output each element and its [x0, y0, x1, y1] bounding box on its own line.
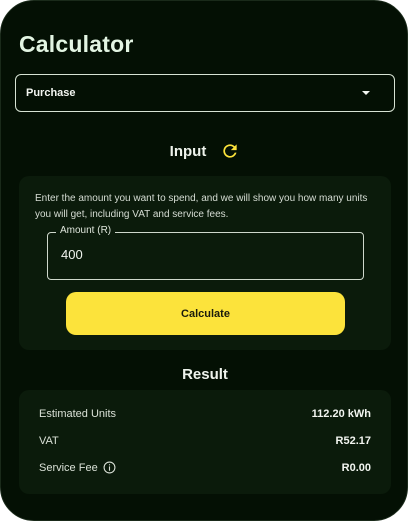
amount-field-label: Amount (R)	[56, 225, 116, 236]
input-heading: Input	[169, 142, 207, 160]
info-icon[interactable]	[103, 461, 116, 474]
amount-input[interactable]	[59, 246, 353, 263]
mode-select[interactable]: Purchase	[15, 74, 395, 112]
chevron-down-icon	[362, 91, 370, 95]
calculate-button[interactable]: Calculate	[66, 292, 345, 335]
result-label: Service Fee	[39, 461, 98, 474]
result-heading: Result	[182, 366, 228, 383]
input-card: Enter the amount you want to spend, and …	[19, 176, 391, 350]
result-value: 112.20 kWh	[311, 408, 371, 420]
result-value: R52.17	[335, 435, 371, 447]
result-row-service-fee: Service Fee R0.00	[39, 461, 371, 474]
refresh-icon[interactable]	[220, 141, 240, 161]
result-row-vat: VAT R52.17	[39, 435, 371, 447]
mode-select-value: Purchase	[26, 87, 76, 99]
amount-field[interactable]: Amount (R)	[47, 225, 364, 280]
result-label: Estimated Units	[39, 408, 117, 420]
result-value: R0.00	[341, 461, 371, 474]
result-card: Estimated Units 112.20 kWh VAT R52.17 Se…	[19, 390, 391, 494]
result-row-estimated-units: Estimated Units 112.20 kWh	[39, 408, 371, 420]
input-description: Enter the amount you want to spend, and …	[35, 193, 368, 220]
calculator-screen: Calculator Purchase Input Enter the amou…	[0, 0, 408, 521]
service-fee-label-group: Service Fee	[39, 461, 116, 474]
input-heading-row: Input	[1, 141, 407, 161]
result-label: VAT	[39, 435, 59, 447]
page-title: Calculator	[19, 31, 134, 57]
